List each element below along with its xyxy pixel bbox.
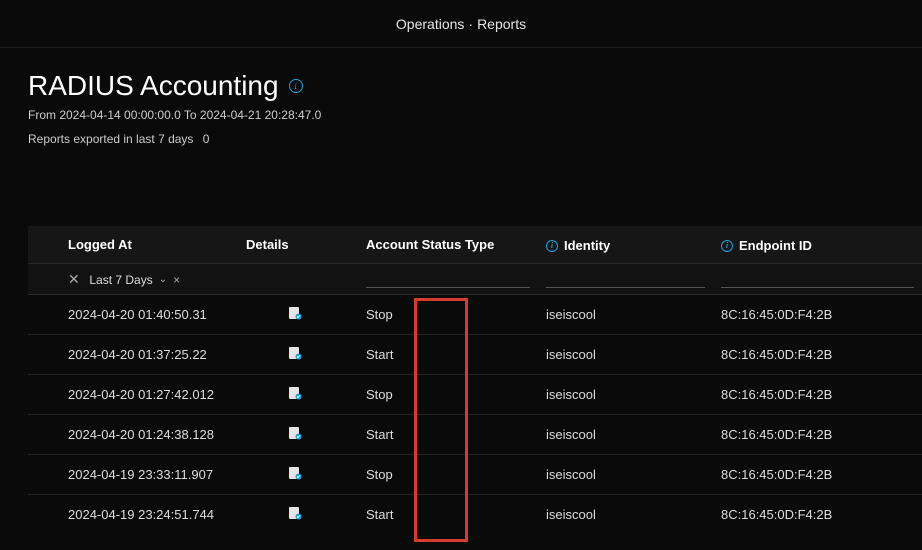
- exported-summary: Reports exported in last 7 days 0: [28, 132, 894, 146]
- cell-status: Start: [358, 415, 538, 455]
- cell-details: [238, 415, 358, 455]
- cell-logged-at: 2024-04-19 23:33:11.907: [28, 455, 238, 495]
- details-icon[interactable]: [288, 306, 302, 320]
- details-icon[interactable]: [288, 426, 302, 440]
- clear-date-filter-button[interactable]: ×: [173, 273, 180, 287]
- col-header-endpoint[interactable]: i Endpoint ID: [713, 226, 922, 264]
- cell-endpoint[interactable]: 8C:16:45:0D:F4:2B: [713, 495, 922, 535]
- col-header-identity-label: Identity: [564, 238, 610, 253]
- cell-status: Start: [358, 495, 538, 535]
- breadcrumb: Operations · Reports: [0, 0, 922, 48]
- page-title: RADIUS Accounting: [28, 70, 279, 102]
- date-range-filter[interactable]: Last 7 Days ⌄ ×: [89, 273, 180, 287]
- cell-status: Stop: [358, 375, 538, 415]
- cell-identity[interactable]: iseiscool: [538, 495, 713, 535]
- clear-filters-button[interactable]: ✕: [68, 271, 86, 287]
- cell-identity[interactable]: iseiscool: [538, 455, 713, 495]
- details-icon[interactable]: [288, 466, 302, 480]
- col-header-identity[interactable]: i Identity: [538, 226, 713, 264]
- cell-details: [238, 495, 358, 535]
- col-header-status[interactable]: Account Status Type: [358, 226, 538, 264]
- breadcrumb-reports[interactable]: Reports: [477, 16, 526, 32]
- cell-details: [238, 335, 358, 375]
- cell-details: [238, 375, 358, 415]
- cell-logged-at: 2024-04-19 23:24:51.744: [28, 495, 238, 535]
- col-header-logged-at[interactable]: Logged At: [28, 226, 238, 264]
- table-row: 2024-04-20 01:24:38.128 Startiseiscool8C:…: [28, 415, 922, 455]
- cell-endpoint[interactable]: 8C:16:45:0D:F4:2B: [713, 415, 922, 455]
- table-row: 2024-04-20 01:27:42.012 Stopiseiscool8C:1…: [28, 375, 922, 415]
- cell-endpoint[interactable]: 8C:16:45:0D:F4:2B: [713, 375, 922, 415]
- info-icon[interactable]: i: [721, 240, 733, 252]
- cell-logged-at: 2024-04-20 01:24:38.128: [28, 415, 238, 455]
- cell-identity[interactable]: iseiscool: [538, 415, 713, 455]
- cell-status: Start: [358, 335, 538, 375]
- col-header-endpoint-label: Endpoint ID: [739, 238, 812, 253]
- cell-status: Stop: [358, 295, 538, 335]
- date-range-filter-label: Last 7 Days: [89, 273, 152, 287]
- accounting-table: Logged At Details Account Status Type iI…: [28, 226, 922, 534]
- cell-identity[interactable]: iseiscool: [538, 295, 713, 335]
- details-icon[interactable]: [288, 506, 302, 520]
- info-icon[interactable]: i: [289, 79, 303, 93]
- cell-details: [238, 295, 358, 335]
- chevron-down-icon: ⌄: [159, 274, 167, 285]
- details-icon[interactable]: [288, 346, 302, 360]
- info-icon[interactable]: i: [546, 240, 558, 252]
- date-range-text: From 2024-04-14 00:00:00.0 To 2024-04-21…: [28, 108, 894, 122]
- filter-row: ✕ Last 7 Days ⌄ ×: [28, 264, 922, 295]
- breadcrumb-operations[interactable]: Operations: [396, 16, 464, 32]
- table-row: 2024-04-19 23:24:51.744 Startiseiscool8C:…: [28, 495, 922, 535]
- cell-endpoint[interactable]: 8C:16:45:0D:F4:2B: [713, 335, 922, 375]
- table-header-row: Logged At Details Account Status Type iI…: [28, 226, 922, 264]
- exported-count: 0: [203, 132, 210, 146]
- page-header: RADIUS Accounting i From 2024-04-14 00:0…: [0, 48, 922, 156]
- table-row: 2024-04-20 01:37:25.22 Startiseiscool8C:1…: [28, 335, 922, 375]
- table-container: Logged At Details Account Status Type iI…: [28, 226, 922, 534]
- identity-filter-input[interactable]: [546, 270, 705, 288]
- cell-logged-at: 2024-04-20 01:37:25.22: [28, 335, 238, 375]
- cell-details: [238, 455, 358, 495]
- cell-logged-at: 2024-04-20 01:40:50.31: [28, 295, 238, 335]
- exported-label: Reports exported in last 7 days: [28, 132, 193, 146]
- cell-endpoint[interactable]: 8C:16:45:0D:F4:2B: [713, 455, 922, 495]
- cell-identity[interactable]: iseiscool: [538, 335, 713, 375]
- col-header-details[interactable]: Details: [238, 226, 358, 264]
- cell-identity[interactable]: iseiscool: [538, 375, 713, 415]
- details-icon[interactable]: [288, 386, 302, 400]
- endpoint-filter-input[interactable]: [721, 270, 914, 288]
- breadcrumb-separator: ·: [468, 16, 473, 32]
- table-row: 2024-04-20 01:40:50.31 Stopiseiscool8C:16…: [28, 295, 922, 335]
- cell-status: Stop: [358, 455, 538, 495]
- cell-endpoint[interactable]: 8C:16:45:0D:F4:2B: [713, 295, 922, 335]
- table-row: 2024-04-19 23:33:11.907 Stopiseiscool8C:1…: [28, 455, 922, 495]
- cell-logged-at: 2024-04-20 01:27:42.012: [28, 375, 238, 415]
- status-filter-input[interactable]: [366, 270, 530, 288]
